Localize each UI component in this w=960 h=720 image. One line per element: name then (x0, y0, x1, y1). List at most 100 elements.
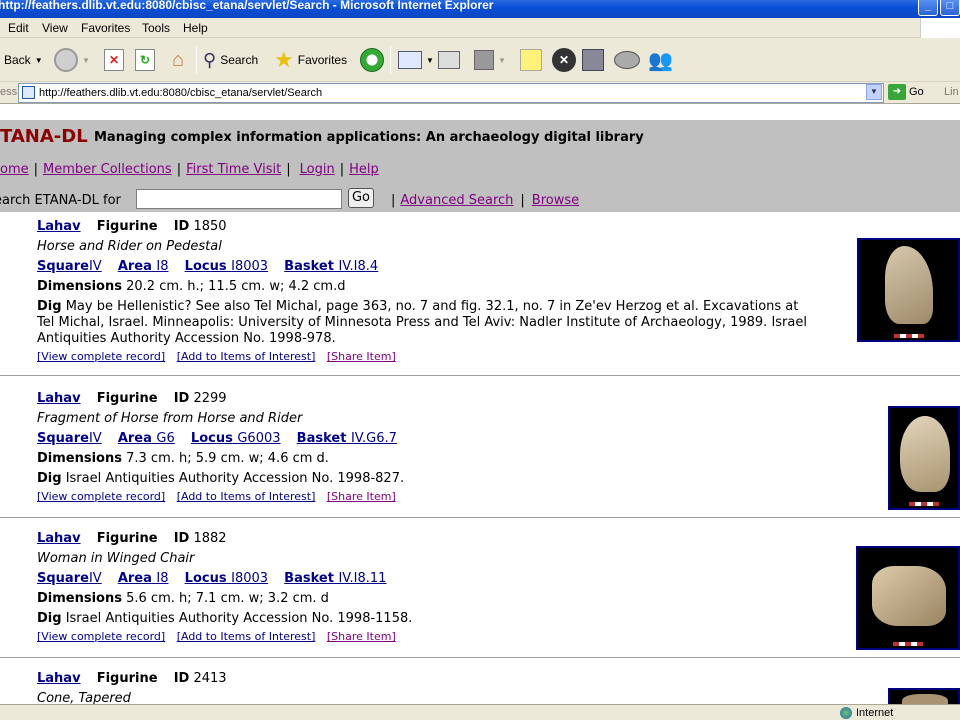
site-link[interactable]: Lahav (37, 531, 81, 546)
browse-link[interactable]: Browse (532, 193, 579, 208)
back-label: Back (4, 53, 31, 67)
search-label: earch ETANA-DL for (0, 193, 121, 208)
menu-help[interactable]: Help (183, 18, 208, 38)
add-interest-link[interactable]: [Add to Items of Interest] (177, 490, 316, 503)
square-link[interactable]: SquareIV (37, 431, 102, 446)
basket-link[interactable]: Basket IV.G6.7 (297, 431, 397, 446)
search-icon: ⚲ (203, 49, 217, 70)
record-thumbnail[interactable] (888, 406, 960, 510)
chevron-down-icon: ▼ (34, 55, 43, 65)
star-icon: ★ (274, 47, 294, 72)
share-item-link[interactable]: [Share Item] (327, 490, 396, 503)
brand-logo: TANA-DL (0, 126, 88, 147)
search-button[interactable]: ⚲ Search (203, 46, 258, 74)
printer-icon (438, 51, 460, 69)
locus-link[interactable]: Locus I8003 (185, 571, 268, 586)
nav-help-link[interactable]: Help (349, 162, 379, 177)
home-icon: ⌂ (171, 49, 185, 71)
note-button[interactable] (520, 46, 542, 74)
site-link[interactable]: Lahav (37, 219, 81, 234)
area-link[interactable]: Area G6 (118, 431, 175, 446)
home-button[interactable]: ⌂ (166, 46, 190, 74)
nav-home-link[interactable]: ome (0, 162, 29, 177)
stop-button[interactable]: ✕ (104, 46, 124, 74)
search-row: earch ETANA-DL for Go | Advanced Search | B… (0, 188, 960, 212)
mail-button[interactable]: ▼ (398, 46, 434, 74)
window-title: http://feathers.dlib.vt.edu:8080/cbisc_e… (0, 0, 494, 12)
view-record-link[interactable]: [View complete record] (37, 350, 165, 363)
address-label: ess (0, 86, 18, 98)
page-tagline: Managing complex information application… (94, 130, 644, 145)
menu-bar: Edit View Favorites Tools Help (0, 18, 960, 38)
security-zone: Internet (840, 707, 893, 719)
locus-link[interactable]: Locus G6003 (191, 431, 281, 446)
view-record-link[interactable]: [View complete record] (37, 490, 165, 503)
share-item-link[interactable]: [Share Item] (327, 350, 396, 363)
add-interest-link[interactable]: [Add to Items of Interest] (177, 630, 316, 643)
zone-label: Internet (856, 707, 894, 719)
history-button[interactable] (360, 46, 384, 74)
square-link[interactable]: SquareIV (37, 259, 102, 274)
basket-link[interactable]: Basket IV.I8.11 (284, 571, 386, 586)
print-button[interactable] (438, 46, 460, 74)
site-link[interactable]: Lahav (37, 391, 81, 406)
id-label: ID (173, 391, 190, 406)
menu-tools[interactable]: Tools (142, 18, 170, 38)
go-arrow-icon: ➜ (888, 84, 906, 100)
view-record-link[interactable]: [View complete record] (37, 630, 165, 643)
record-title: Fragment of Horse from Horse and Rider (37, 411, 303, 426)
chevron-down-icon: ▼ (426, 55, 434, 65)
media-button[interactable] (582, 46, 604, 74)
address-input[interactable]: http://feathers.dlib.vt.edu:8080/cbisc_e… (18, 83, 884, 103)
area-link[interactable]: Area I8 (118, 571, 169, 586)
minimize-button[interactable]: _ (918, 0, 938, 16)
dimensions-value: 20.2 cm. h.; 11.5 cm. w; 4.2 cm.d (126, 279, 346, 294)
stop-icon: ✕ (104, 49, 124, 71)
go-button[interactable]: ➜ Go (888, 84, 924, 100)
refresh-icon: ↻ (135, 49, 155, 71)
edit-button[interactable]: ▼ (474, 46, 506, 74)
links-label[interactable]: Lin (944, 86, 959, 98)
site-link[interactable]: Lahav (37, 671, 81, 686)
maximize-button[interactable]: □ (940, 0, 960, 16)
record-actions: [View complete record] [Add to Items of … (37, 350, 404, 363)
nav-member-collections-link[interactable]: Member Collections (43, 162, 172, 177)
toolbar: Back ▼ ▼ ✕ ↻ ⌂ ⚲ Search ★ Favorites ▼ ▼ … (0, 38, 960, 82)
address-url: http://feathers.dlib.vt.edu:8080/cbisc_e… (39, 87, 323, 99)
basket-link[interactable]: Basket IV.I8.4 (284, 259, 378, 274)
favorites-button[interactable]: ★ Favorites (274, 46, 347, 74)
messenger-icon: 👥 (648, 49, 673, 72)
history-icon (360, 48, 384, 72)
refresh-button[interactable]: ↻ (135, 46, 155, 74)
share-item-link[interactable]: [Share Item] (327, 630, 396, 643)
object-type: Figurine (96, 219, 158, 234)
menu-favorites[interactable]: Favorites (81, 18, 130, 38)
address-bar: ess http://feathers.dlib.vt.edu:8080/cbi… (0, 82, 960, 104)
back-button[interactable]: Back ▼ (4, 46, 43, 74)
menu-view[interactable]: View (42, 18, 68, 38)
add-interest-link[interactable]: [Add to Items of Interest] (177, 350, 316, 363)
discuss-button[interactable] (614, 46, 640, 74)
dimensions-value: 7.3 cm. h; 5.9 cm. w; 4.6 cm d. (126, 451, 329, 466)
record-thumbnail[interactable] (857, 238, 960, 342)
menu-edit[interactable]: Edit (8, 18, 29, 38)
close-icon: ✕ (552, 48, 576, 72)
nav-first-time-visit-link[interactable]: First Time Visit (186, 162, 281, 177)
area-link[interactable]: Area I8 (118, 259, 169, 274)
advanced-search-link[interactable]: Advanced Search (400, 193, 513, 208)
search-go-button[interactable]: Go (348, 188, 374, 208)
chevron-down-icon: ▼ (82, 55, 90, 65)
messenger-button[interactable]: 👥 (648, 46, 673, 74)
square-link[interactable]: SquareIV (37, 571, 102, 586)
dimensions-label: Dimensions (37, 591, 122, 606)
record-id: 1882 (193, 531, 227, 546)
address-dropdown-button[interactable]: ▼ (866, 84, 882, 100)
nav-login-link[interactable]: Login (300, 162, 335, 177)
close-tool-button[interactable]: ✕ (552, 46, 576, 74)
forward-button[interactable]: ▼ (54, 46, 90, 74)
search-input[interactable] (136, 189, 342, 209)
page-icon (22, 86, 35, 99)
nav-links: ome | Member Collections | First Time Visit |… (0, 162, 379, 177)
record-thumbnail[interactable] (856, 546, 960, 650)
locus-link[interactable]: Locus I8003 (185, 259, 268, 274)
